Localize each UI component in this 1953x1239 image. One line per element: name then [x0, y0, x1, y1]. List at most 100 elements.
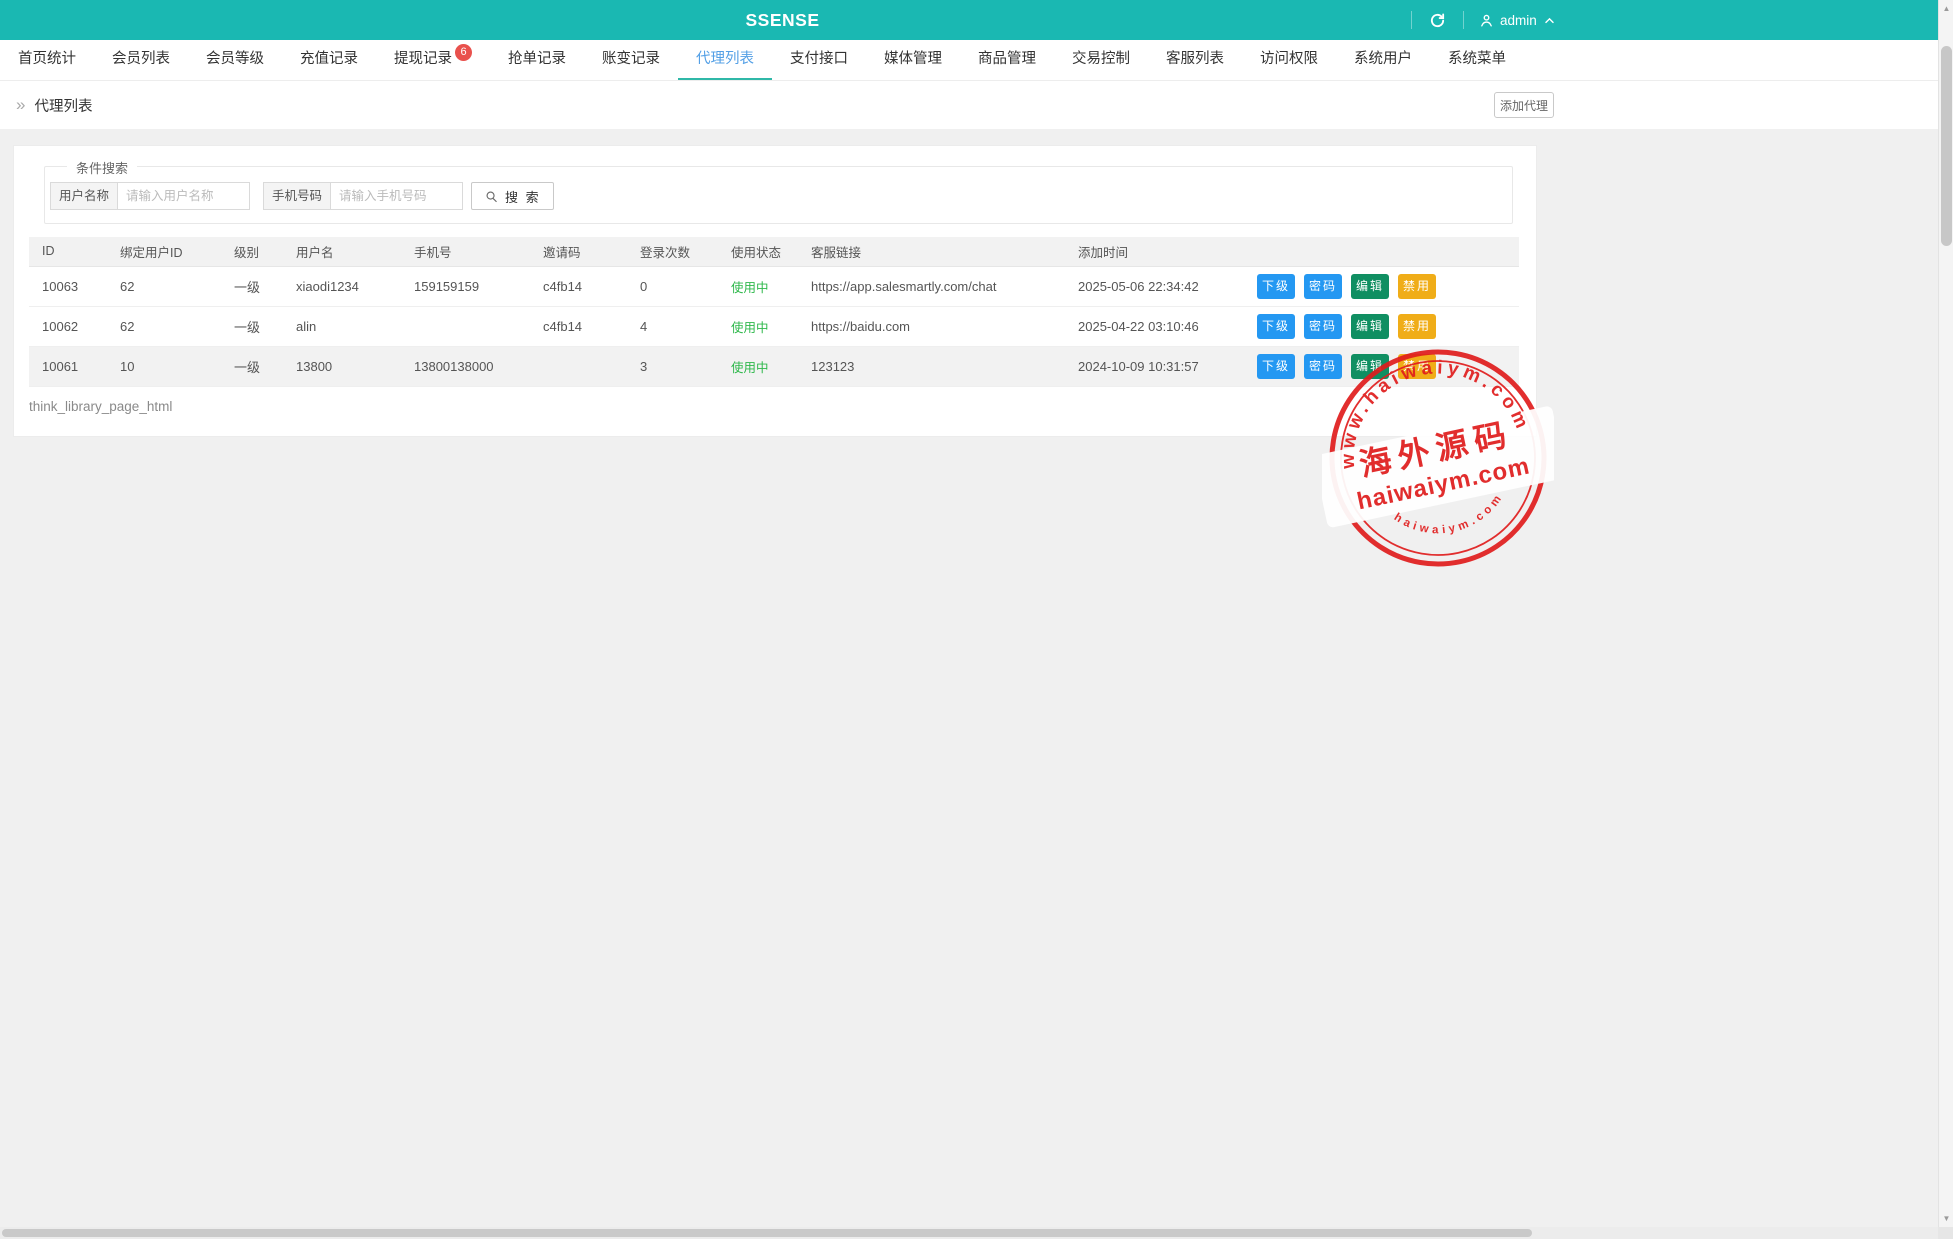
action-edit-button[interactable]: 编辑	[1351, 354, 1389, 379]
col-created-time: 添加时间	[1065, 237, 1244, 266]
scroll-down-arrow[interactable]: ▼	[1939, 1214, 1953, 1223]
username-input[interactable]	[118, 182, 250, 210]
action-disable-button[interactable]: 禁用	[1398, 314, 1436, 339]
tab-label: 系统用户	[1354, 51, 1412, 67]
agent-list-card: 条件搜索 用户名称 手机号码 搜 索	[13, 145, 1537, 437]
cell-status: 使用中	[718, 306, 798, 346]
cell-level: 一级	[221, 346, 283, 386]
cell-login-count: 4	[627, 306, 718, 346]
col-username: 用户名	[283, 237, 401, 266]
tab-label: 系统菜单	[1448, 51, 1506, 67]
table-row: 10062 62 一级 alin c4fb14 4 使用中 https://ba…	[29, 306, 1519, 346]
tab-home-stats[interactable]: 首页统计	[0, 40, 94, 80]
username-field-label: 用户名称	[50, 182, 118, 210]
cell-username: xiaodi1234	[283, 266, 401, 306]
cell-status: 使用中	[718, 346, 798, 386]
action-edit-button[interactable]: 编辑	[1351, 274, 1389, 299]
vertical-scrollbar[interactable]: ▲ ▼	[1938, 0, 1953, 1227]
tab-balance-change-records[interactable]: 账变记录	[584, 40, 678, 80]
cell-invite-code: c4fb14	[530, 266, 627, 306]
tab-agent-list[interactable]: 代理列表	[678, 40, 772, 80]
col-level: 级别	[221, 237, 283, 266]
col-status: 使用状态	[718, 237, 798, 266]
tab-withdraw-records[interactable]: 提现记录6	[376, 40, 490, 80]
action-password-button[interactable]: 密码	[1304, 314, 1342, 339]
cell-username: alin	[283, 306, 401, 346]
phone-input[interactable]	[331, 182, 463, 210]
tab-label: 媒体管理	[884, 51, 942, 67]
username-group: 用户名称	[50, 182, 250, 210]
horizontal-scrollbar-thumb[interactable]	[2, 1229, 1532, 1237]
action-password-button[interactable]: 密码	[1304, 354, 1342, 379]
tab-label: 商品管理	[978, 51, 1036, 67]
cell-username: 13800	[283, 346, 401, 386]
tab-system-menu[interactable]: 系统菜单	[1430, 40, 1524, 80]
user-menu[interactable]: admin	[1479, 13, 1556, 28]
cell-invite-code	[530, 346, 627, 386]
cell-phone: 13800138000	[401, 346, 530, 386]
tab-media-management[interactable]: 媒体管理	[866, 40, 960, 80]
stamp-domain-text: haiwaiym.com	[1355, 452, 1533, 515]
col-service-link: 客服链接	[798, 237, 1065, 266]
scroll-up-arrow[interactable]: ▲	[1939, 4, 1953, 13]
cell-actions: 下级密码编辑禁用	[1244, 266, 1519, 306]
tab-recharge-records[interactable]: 充值记录	[282, 40, 376, 80]
cell-bind-user-id: 10	[107, 346, 221, 386]
cell-service-link: https://app.salesmartly.com/chat	[798, 266, 1065, 306]
cell-bind-user-id: 62	[107, 266, 221, 306]
tab-service-list[interactable]: 客服列表	[1148, 40, 1242, 80]
tab-order-grab-records[interactable]: 抢单记录	[490, 40, 584, 80]
cell-id: 10061	[29, 346, 107, 386]
cell-created-time: 2025-05-06 22:34:42	[1065, 266, 1244, 306]
tab-system-users[interactable]: 系统用户	[1336, 40, 1430, 80]
breadcrumb: » 代理列表	[16, 81, 92, 129]
add-agent-button[interactable]: 添加代理	[1494, 92, 1554, 118]
search-icon	[484, 189, 499, 204]
tab-label: 抢单记录	[508, 51, 566, 67]
horizontal-scrollbar[interactable]	[0, 1227, 1953, 1239]
phone-group: 手机号码	[263, 182, 463, 210]
cell-service-link: 123123	[798, 346, 1065, 386]
tab-access-rights[interactable]: 访问权限	[1242, 40, 1336, 80]
tab-trade-control[interactable]: 交易控制	[1054, 40, 1148, 80]
action-disable-button[interactable]: 禁用	[1398, 354, 1436, 379]
action-subordinate-button[interactable]: 下级	[1257, 354, 1295, 379]
tab-member-level[interactable]: 会员等级	[188, 40, 282, 80]
status-badge: 使用中	[731, 361, 769, 375]
action-edit-button[interactable]: 编辑	[1351, 314, 1389, 339]
cell-level: 一级	[221, 306, 283, 346]
col-id: ID	[29, 237, 107, 266]
scrollbar-corner	[1938, 1227, 1953, 1239]
tab-label: 会员列表	[112, 51, 170, 67]
tab-member-list[interactable]: 会员列表	[94, 40, 188, 80]
table-header-row: ID 绑定用户ID 级别 用户名 手机号 邀请码 登录次数 使用状态 客服链接 …	[29, 237, 1519, 266]
action-password-button[interactable]: 密码	[1304, 274, 1342, 299]
tab-product-management[interactable]: 商品管理	[960, 40, 1054, 80]
cell-actions: 下级密码编辑禁用	[1244, 306, 1519, 346]
username-label: admin	[1500, 13, 1537, 28]
vertical-scrollbar-thumb[interactable]	[1941, 46, 1952, 246]
page-title: 代理列表	[34, 95, 92, 116]
status-badge: 使用中	[731, 321, 769, 335]
action-disable-button[interactable]: 禁用	[1398, 274, 1436, 299]
action-subordinate-button[interactable]: 下级	[1257, 314, 1295, 339]
tab-label: 会员等级	[206, 51, 264, 67]
tab-label: 提现记录	[394, 51, 452, 67]
cell-level: 一级	[221, 266, 283, 306]
tab-label: 访问权限	[1260, 51, 1318, 67]
svg-text:haiwaiym.com: haiwaiym.com	[1390, 489, 1512, 547]
tab-label: 客服列表	[1166, 51, 1224, 67]
cell-created-time: 2024-10-09 10:31:57	[1065, 346, 1244, 386]
app-title: SSENSE	[0, 0, 1565, 40]
cell-status: 使用中	[718, 266, 798, 306]
search-button[interactable]: 搜 索	[471, 182, 554, 210]
cell-phone: 159159159	[401, 266, 530, 306]
stamp-bottom-arc-text: haiwaiym.com	[1390, 489, 1512, 547]
action-subordinate-button[interactable]: 下级	[1257, 274, 1295, 299]
col-phone: 手机号	[401, 237, 530, 266]
cell-id: 10063	[29, 266, 107, 306]
tab-payment-api[interactable]: 支付接口	[772, 40, 866, 80]
tab-label: 交易控制	[1072, 51, 1130, 67]
refresh-button[interactable]	[1425, 8, 1450, 33]
cell-phone	[401, 306, 530, 346]
